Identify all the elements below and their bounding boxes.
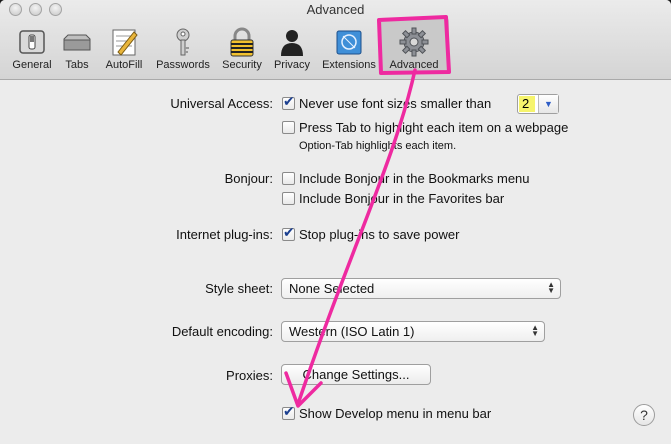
toolbar-item-tabs[interactable]: Tabs — [59, 20, 95, 76]
universal-access-label: Universal Access: — [170, 96, 273, 111]
chevron-down-icon[interactable]: ▼ — [538, 95, 558, 113]
advanced-pane: Universal Access: Never use font sizes s… — [0, 81, 671, 444]
tab-highlight-text: Press Tab to highlight each item on a we… — [299, 120, 569, 135]
bonjour-favorites-bar-checkbox[interactable] — [282, 192, 295, 205]
min-font-size-checkbox[interactable] — [282, 94, 295, 110]
toolbar-label: General — [12, 59, 52, 71]
min-font-size-text: Never use font sizes smaller than — [299, 96, 492, 111]
form-pencil-icon — [112, 29, 138, 56]
toolbar-item-privacy[interactable]: Privacy — [270, 20, 314, 76]
toolbar-item-autofill[interactable]: AutoFill — [100, 20, 148, 76]
key-icon — [176, 28, 190, 56]
plugins-label: Internet plug-ins: — [176, 227, 273, 242]
tab-highlight-checkbox[interactable] — [282, 121, 295, 134]
toolbar-item-advanced[interactable]: Advanced — [385, 20, 443, 76]
min-font-size-value: 2 — [519, 96, 535, 112]
toolbar-label: Security — [222, 59, 262, 71]
bonjour-label: Bonjour: — [224, 171, 273, 186]
bonjour-bookmarks-menu-checkbox[interactable] — [282, 172, 295, 185]
stop-plugins-text: Stop plug-ins to save power — [299, 227, 460, 242]
toolbar-item-security[interactable]: Security — [218, 20, 266, 76]
toolbar-label: Privacy — [273, 59, 311, 71]
default-encoding-value: Western (ISO Latin 1) — [289, 324, 415, 339]
updown-arrows-icon: ▲ ▼ — [547, 280, 555, 295]
tab-highlight-hint: Option-Tab highlights each item. — [299, 140, 457, 152]
show-develop-menu-text: Show Develop menu in menu bar — [299, 406, 492, 421]
min-font-size-select[interactable]: 2 ▼ — [517, 94, 559, 114]
gear-icon — [399, 27, 429, 57]
stop-plugins-checkbox[interactable] — [282, 225, 295, 241]
toolbar-label: Extensions — [322, 59, 376, 71]
toolbar-label: Advanced — [389, 59, 439, 71]
person-silhouette-icon — [281, 30, 303, 56]
preferences-window: Advanced General Tabs AutoFill Passwords… — [0, 0, 671, 444]
show-develop-menu-checkbox[interactable] — [282, 404, 295, 420]
bonjour-favorites-bar-text: Include Bonjour in the Favorites bar — [299, 191, 505, 206]
bonjour-bookmarks-menu-text: Include Bonjour in the Bookmarks menu — [299, 171, 530, 186]
style-sheet-label: Style sheet: — [205, 281, 273, 296]
toolbar-item-general[interactable]: General — [9, 20, 55, 76]
toolbar-label: AutoFill — [105, 59, 143, 71]
tabs-icon — [63, 34, 91, 51]
toolbar-label: Tabs — [65, 59, 89, 71]
toolbar-item-passwords[interactable]: Passwords — [153, 20, 213, 76]
style-sheet-value: None Selected — [289, 281, 375, 296]
title-bar: Advanced General Tabs AutoFill Passwords… — [0, 0, 671, 80]
change-settings-button[interactable]: Change Settings... — [281, 364, 431, 385]
updown-arrows-icon: ▲ ▼ — [531, 323, 539, 338]
toolbar-item-extensions[interactable]: Extensions — [319, 20, 379, 76]
puzzle-compass-icon — [336, 30, 362, 55]
help-button[interactable]: ? — [633, 404, 655, 426]
switch-icon — [19, 30, 45, 54]
proxies-label: Proxies: — [226, 368, 273, 383]
padlock-icon — [230, 27, 254, 57]
default-encoding-select[interactable]: Western (ISO Latin 1) ▲ ▼ — [281, 321, 545, 342]
style-sheet-select[interactable]: None Selected ▲ ▼ — [281, 278, 561, 299]
default-encoding-label: Default encoding: — [171, 324, 273, 339]
window-title: Advanced — [306, 2, 365, 17]
toolbar-label: Passwords — [156, 59, 210, 71]
